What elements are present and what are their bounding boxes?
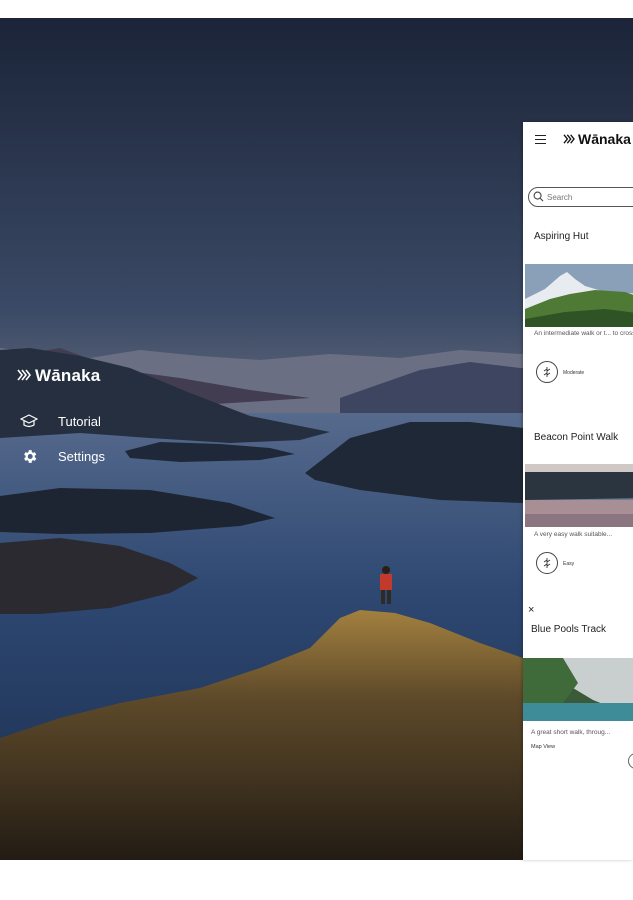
walk-image[interactable] [523,658,633,721]
sidebar-brand-text: Wānaka [35,366,101,385]
search-icon [533,191,544,202]
brand-mark-icon [563,134,575,144]
walk-description: A very easy walk suitable... [534,531,613,538]
search-input[interactable] [547,190,633,204]
walk-description: A great short walk, throug... [531,729,611,736]
walk-image[interactable] [525,464,633,527]
location-icon[interactable] [628,753,633,769]
difficulty-label: Moderate [563,370,585,376]
close-icon[interactable]: × [528,605,534,616]
brand-mark-icon [17,368,32,385]
walk-description: An intermediate walk or t... to cross [534,330,633,337]
walk-title[interactable]: Blue Pools Track [531,624,606,635]
walk-image[interactable] [525,264,633,327]
walk-title[interactable]: Aspiring Hut [534,231,588,242]
sidebar-item-tutorial[interactable]: Tutorial [20,412,101,430]
graduation-cap-icon [20,412,38,430]
difficulty-easy-icon [536,552,558,574]
gear-icon [20,447,38,465]
map-view-link[interactable]: Map View [531,744,555,750]
walks-panel: Wānaka Aspiring Hut An intermediate walk… [523,122,633,860]
sidebar-item-label: Settings [58,448,105,464]
difficulty-moderate-icon [536,361,558,383]
sidebar-brand-logo: Wānaka [17,366,100,386]
panel-brand-logo: Wānaka [563,131,631,147]
sidebar-item-label: Tutorial [58,413,101,429]
hamburger-menu-icon[interactable] [535,135,546,144]
search-field[interactable] [528,187,633,207]
difficulty-label: Easy [563,561,575,567]
panel-brand-text: Wānaka [578,131,631,147]
walk-title[interactable]: Beacon Point Walk [534,432,618,443]
panel-header: Wānaka [523,122,633,158]
sidebar-item-settings[interactable]: Settings [20,447,105,465]
